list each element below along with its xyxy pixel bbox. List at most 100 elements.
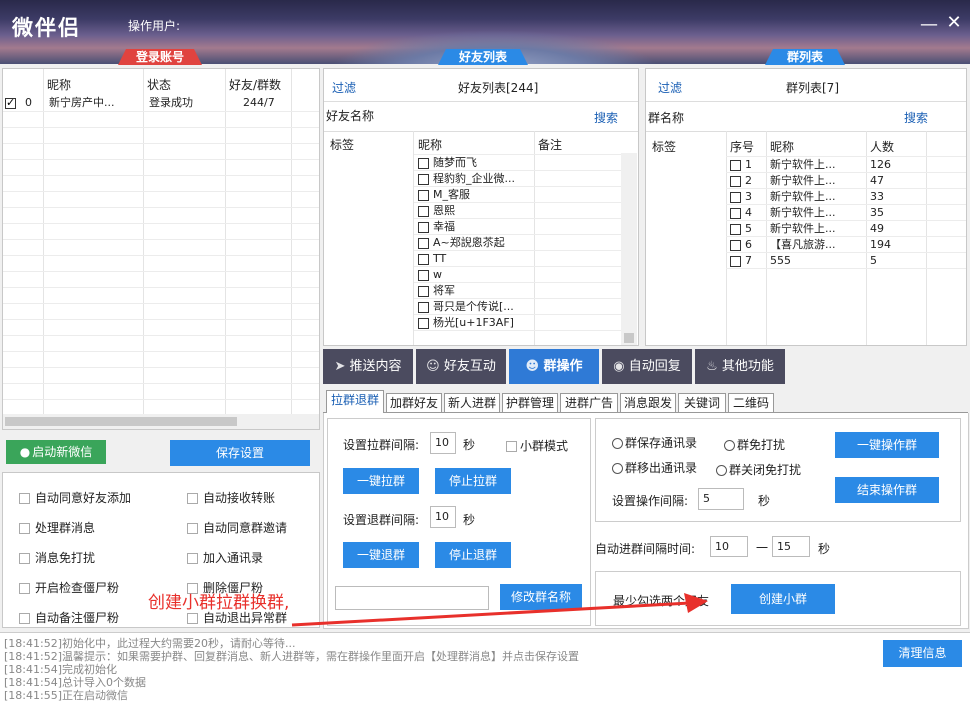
nav-tab-2[interactable]: ☻ 群操作 [509, 349, 599, 384]
option-1[interactable]: 自动接收转账 [187, 489, 275, 506]
group-checkbox[interactable] [730, 239, 741, 251]
group-checkbox[interactable] [730, 255, 741, 267]
friend-checkbox[interactable] [418, 285, 429, 297]
radio-mute-dot[interactable] [724, 440, 735, 451]
nav-tab-1[interactable]: ☺ 好友互动 [416, 349, 506, 384]
group-checkbox[interactable] [730, 159, 741, 171]
friend-checkbox[interactable] [418, 157, 429, 169]
friend-row[interactable]: 恩熙 [418, 203, 455, 219]
subtab-7[interactable]: 二维码 [728, 393, 774, 412]
option-checkbox[interactable] [187, 493, 198, 504]
friend-row[interactable]: 程豹豹_企业微... [418, 171, 515, 187]
friend-checkbox[interactable] [418, 317, 429, 329]
one-click-pull-button[interactable]: 一键拉群 [343, 468, 419, 494]
option-checkbox[interactable] [187, 523, 198, 534]
friend-row[interactable]: TT [418, 251, 446, 267]
group-row[interactable]: 4 新宁软件上... 35 [730, 205, 960, 221]
group-checkbox[interactable] [730, 191, 741, 203]
create-small-group-button[interactable]: 创建小群 [731, 584, 835, 614]
friend-checkbox[interactable] [418, 189, 429, 201]
radio-unmute[interactable]: 群关闭免打扰 [716, 461, 801, 478]
option-checkbox[interactable] [187, 613, 198, 624]
group-row[interactable]: 1 新宁软件上... 126 [730, 157, 960, 173]
subtab-4[interactable]: 进群广告 [560, 393, 618, 412]
option-2[interactable]: 处理群消息 [19, 519, 95, 536]
small-group-mode[interactable]: 小群模式 [506, 437, 568, 454]
close-button[interactable]: ✕ [945, 12, 963, 33]
subtab-2[interactable]: 新人进群 [444, 393, 500, 412]
group-checkbox[interactable] [730, 207, 741, 219]
friend-checkbox[interactable] [418, 301, 429, 313]
start-new-wechat-button[interactable]: ● 启动新微信 [6, 440, 106, 464]
group-row[interactable]: 3 新宁软件上... 33 [730, 189, 960, 205]
subtab-0[interactable]: 拉群退群 [326, 390, 384, 413]
friend-row[interactable]: 杨光[u+1F3AF] [418, 315, 514, 331]
subtab-3[interactable]: 护群管理 [502, 393, 558, 412]
friend-row[interactable]: 哥只是个传说[... [418, 299, 514, 315]
radio-save-contacts-dot[interactable] [612, 438, 623, 449]
option-checkbox[interactable] [19, 613, 30, 624]
accounts-h-scrollbar[interactable] [3, 414, 319, 429]
subtab-6[interactable]: 关键词 [678, 393, 726, 412]
op-interval-input[interactable]: 5 [698, 488, 744, 510]
friend-checkbox[interactable] [418, 237, 429, 249]
subtab-1[interactable]: 加群好友 [386, 393, 442, 412]
friend-checkbox[interactable] [418, 173, 429, 185]
pull-interval-input[interactable]: 10 [430, 432, 456, 454]
group-row[interactable]: 2 新宁软件上... 47 [730, 173, 960, 189]
group-row[interactable]: 6 【喜凡旅游... 194 [730, 237, 960, 253]
account-row[interactable]: 0 新宁房产中... 登录成功 244/7 [5, 95, 305, 111]
account-checkbox[interactable] [5, 95, 16, 111]
friend-row[interactable]: A~郑誽恖苶起 [418, 235, 505, 251]
option-6[interactable]: 开启检查僵尸粉 [19, 579, 119, 596]
option-checkbox[interactable] [19, 493, 30, 504]
option-checkbox[interactable] [19, 553, 30, 564]
stop-pull-button[interactable]: 停止拉群 [435, 468, 511, 494]
nav-tab-3[interactable]: ◉ 自动回复 [602, 349, 692, 384]
minimize-button[interactable]: — [920, 14, 938, 35]
one-click-op-group-button[interactable]: 一键操作群 [835, 432, 939, 458]
small-group-mode-checkbox[interactable] [506, 441, 517, 452]
groups-search-button[interactable]: 搜索 [904, 109, 928, 126]
join-interval-from[interactable]: 10 [710, 536, 748, 557]
option-5[interactable]: 加入通讯录 [187, 549, 263, 566]
option-0[interactable]: 自动同意好友添加 [19, 489, 131, 506]
friend-checkbox[interactable] [418, 221, 429, 233]
clear-log-button[interactable]: 清理信息 [883, 640, 962, 667]
friend-checkbox[interactable] [418, 269, 429, 281]
friend-checkbox[interactable] [418, 205, 429, 217]
end-op-group-button[interactable]: 结束操作群 [835, 477, 939, 503]
radio-mute[interactable]: 群免打扰 [724, 436, 785, 453]
group-row[interactable]: 7 555 5 [730, 253, 960, 269]
group-row[interactable]: 5 新宁软件上... 49 [730, 221, 960, 237]
radio-remove-contacts-dot[interactable] [612, 463, 623, 474]
save-settings-button[interactable]: 保存设置 [170, 440, 310, 466]
radio-save-contacts[interactable]: 群保存通讯录 [612, 434, 697, 451]
option-8[interactable]: 自动备注僵尸粉 [19, 609, 119, 626]
radio-unmute-dot[interactable] [716, 465, 727, 476]
nav-tab-4[interactable]: ♨ 其他功能 [695, 349, 785, 384]
friend-row[interactable]: w [418, 267, 442, 283]
friend-row[interactable]: 幸福 [418, 219, 455, 235]
radio-remove-contacts[interactable]: 群移出通讯录 [612, 459, 697, 476]
option-checkbox[interactable] [19, 583, 30, 594]
join-interval-to[interactable]: 15 [772, 536, 810, 557]
nav-tab-0[interactable]: ➤ 推送内容 [323, 349, 413, 384]
friend-checkbox[interactable] [418, 253, 429, 265]
groups-filter-link[interactable]: 过滤 [658, 79, 682, 96]
friends-filter-link[interactable]: 过滤 [332, 79, 356, 96]
group-checkbox[interactable] [730, 223, 741, 235]
one-click-quit-button[interactable]: 一键退群 [343, 542, 419, 568]
option-checkbox[interactable] [187, 553, 198, 564]
friends-search-button[interactable]: 搜索 [594, 109, 618, 126]
friend-row[interactable]: M_客服 [418, 187, 470, 203]
friend-row[interactable]: 将军 [418, 283, 455, 299]
group-checkbox[interactable] [730, 175, 741, 187]
option-4[interactable]: 消息免打扰 [19, 549, 95, 566]
option-checkbox[interactable] [19, 523, 30, 534]
quit-interval-input[interactable]: 10 [430, 506, 456, 528]
option-3[interactable]: 自动同意群邀请 [187, 519, 287, 536]
friend-row[interactable]: 随梦而飞 [418, 155, 477, 171]
stop-quit-button[interactable]: 停止退群 [435, 542, 511, 568]
subtab-5[interactable]: 消息跟发 [620, 393, 676, 412]
